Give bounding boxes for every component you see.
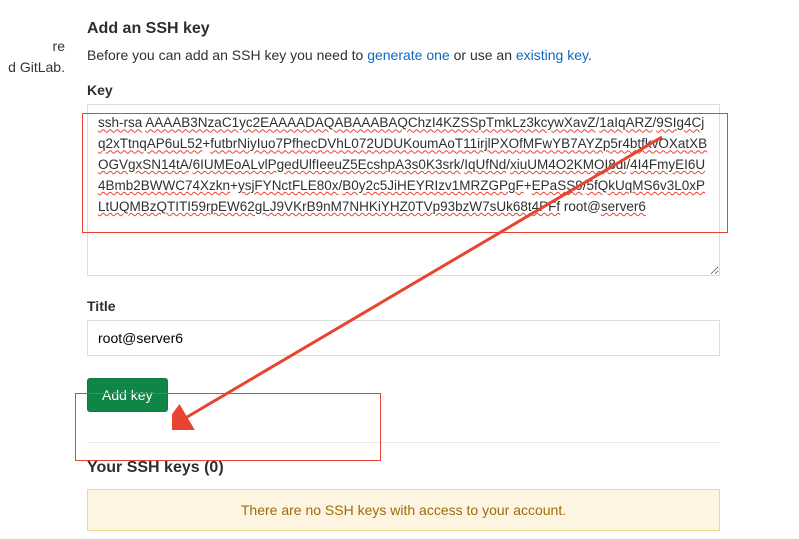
key-label: Key (87, 82, 777, 98)
generate-one-link[interactable]: generate one (367, 47, 450, 63)
intro-pre: Before you can add an SSH key you need t… (87, 47, 367, 63)
left-sidebar-fragment: re d GitLab. (0, 0, 65, 78)
add-key-button[interactable]: Add key (87, 378, 168, 412)
main-content: Add an SSH key Before you can add an SSH… (87, 20, 777, 531)
intro-post: . (588, 47, 592, 63)
your-keys-heading: Your SSH keys (0) (87, 459, 777, 477)
divider (87, 442, 720, 443)
key-textarea[interactable]: ssh-rsa AAAAB3NzaC1yc2EAAAADAQABAAABAQCh… (87, 104, 720, 276)
title-label: Title (87, 298, 777, 314)
intro-mid: or use an (450, 47, 516, 63)
title-input[interactable] (87, 320, 720, 356)
no-keys-banner: There are no SSH keys with access to you… (87, 489, 720, 531)
sidebar-text-1: re (0, 36, 65, 57)
existing-key-link[interactable]: existing key (516, 47, 588, 63)
page-title: Add an SSH key (87, 20, 777, 38)
intro-text: Before you can add an SSH key you need t… (87, 44, 777, 66)
sidebar-text-2: d GitLab. (0, 57, 65, 78)
